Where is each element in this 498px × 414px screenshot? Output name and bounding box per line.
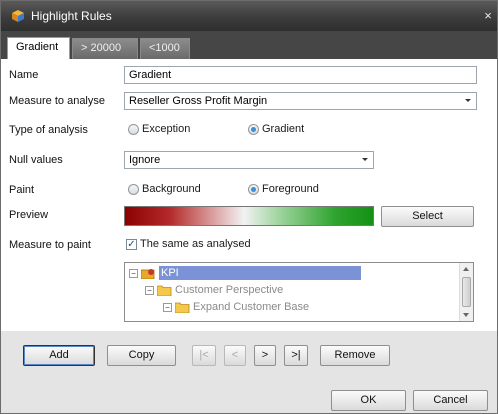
same-as-analysed-checkbox[interactable]: ✓ The same as analysed bbox=[126, 238, 251, 250]
radio-button-checked-icon bbox=[248, 183, 259, 195]
measure-tree[interactable]: − KPI − Customer Perspective − Expand Cu… bbox=[124, 262, 474, 322]
radio-foreground[interactable]: Foreground bbox=[248, 183, 319, 195]
radio-button-icon bbox=[128, 183, 139, 195]
add-rule-button[interactable]: Add bbox=[23, 345, 95, 366]
gradient-preview-bar bbox=[124, 206, 374, 226]
collapse-icon[interactable]: − bbox=[129, 268, 138, 278]
tree-item-expand-customer-base[interactable]: − Expand Customer Base bbox=[163, 299, 309, 315]
tree-item-expand-customer-base-label: Expand Customer Base bbox=[193, 301, 310, 313]
app-cube-icon bbox=[12, 10, 24, 22]
folder-icon bbox=[157, 285, 172, 296]
tree-scrollbar[interactable] bbox=[459, 263, 473, 321]
ok-button[interactable]: OK bbox=[331, 390, 406, 411]
dialog-footer: Add Copy |< < > >| Remove OK Cancel bbox=[1, 331, 497, 413]
close-icon[interactable]: × bbox=[481, 8, 495, 23]
null-values-dropdown[interactable]: Ignore bbox=[124, 151, 374, 169]
tree-item-customer-perspective-label: Customer Perspective bbox=[175, 284, 284, 296]
radio-button-icon bbox=[128, 123, 139, 135]
tree-item-customer-perspective[interactable]: − Customer Perspective bbox=[145, 282, 283, 298]
first-rule-button[interactable]: |< bbox=[192, 345, 216, 366]
radio-background[interactable]: Background bbox=[128, 183, 201, 195]
copy-rule-button[interactable]: Copy bbox=[107, 345, 176, 366]
cancel-button[interactable]: Cancel bbox=[413, 390, 488, 411]
rule-settings-panel: Name Gradient Measure to analyse Reselle… bbox=[1, 59, 497, 331]
kpi-icon bbox=[141, 268, 155, 279]
next-rule-button[interactable]: > bbox=[254, 345, 276, 366]
measure-to-paint-label: Measure to paint bbox=[9, 239, 91, 251]
radio-gradient-label: Gradient bbox=[262, 123, 305, 135]
paint-label: Paint bbox=[9, 184, 35, 196]
chevron-down-icon bbox=[362, 158, 368, 161]
collapse-icon[interactable]: − bbox=[145, 285, 154, 295]
tab-over-20000[interactable]: > 20000 bbox=[72, 38, 138, 59]
tree-item-kpi[interactable]: − KPI bbox=[129, 265, 459, 281]
title-bar: Highlight Rules × bbox=[1, 1, 497, 31]
type-label: Type of analysis bbox=[9, 124, 88, 136]
scroll-down-icon[interactable] bbox=[463, 313, 469, 317]
radio-background-label: Background bbox=[142, 183, 201, 195]
collapse-icon[interactable]: − bbox=[163, 302, 172, 312]
tab-gradient[interactable]: Gradient bbox=[7, 37, 70, 59]
checkmark-icon: ✓ bbox=[126, 238, 137, 250]
last-rule-button[interactable]: >| bbox=[284, 345, 308, 366]
radio-button-checked-icon bbox=[248, 123, 259, 135]
radio-exception[interactable]: Exception bbox=[128, 123, 190, 135]
scrollbar-thumb[interactable] bbox=[462, 277, 471, 307]
measure-label: Measure to analyse bbox=[9, 95, 105, 107]
highlight-rules-dialog: Highlight Rules × Gradient > 20000 <1000… bbox=[0, 0, 498, 414]
name-input[interactable]: Gradient bbox=[124, 66, 477, 84]
radio-foreground-label: Foreground bbox=[262, 183, 319, 195]
radio-gradient[interactable]: Gradient bbox=[248, 123, 304, 135]
window-title: Highlight Rules bbox=[31, 9, 112, 23]
remove-rule-button[interactable]: Remove bbox=[320, 345, 390, 366]
select-colors-button[interactable]: Select bbox=[381, 206, 474, 227]
previous-rule-button[interactable]: < bbox=[224, 345, 246, 366]
name-label: Name bbox=[9, 69, 39, 81]
radio-exception-label: Exception bbox=[142, 123, 191, 135]
preview-label: Preview bbox=[9, 209, 49, 221]
scroll-up-icon[interactable] bbox=[463, 267, 469, 271]
rule-tabs: Gradient > 20000 <1000 bbox=[1, 31, 497, 59]
tab-under-1000[interactable]: <1000 bbox=[140, 38, 190, 59]
tree-item-kpi-label: KPI bbox=[159, 266, 361, 280]
null-values-value: Ignore bbox=[129, 154, 161, 166]
same-as-analysed-label: The same as analysed bbox=[140, 238, 251, 250]
measure-value: Reseller Gross Profit Margin bbox=[129, 95, 268, 107]
chevron-down-icon bbox=[465, 99, 471, 102]
measure-dropdown[interactable]: Reseller Gross Profit Margin bbox=[124, 92, 477, 110]
folder-icon bbox=[175, 302, 190, 313]
null-values-label: Null values bbox=[9, 154, 63, 166]
